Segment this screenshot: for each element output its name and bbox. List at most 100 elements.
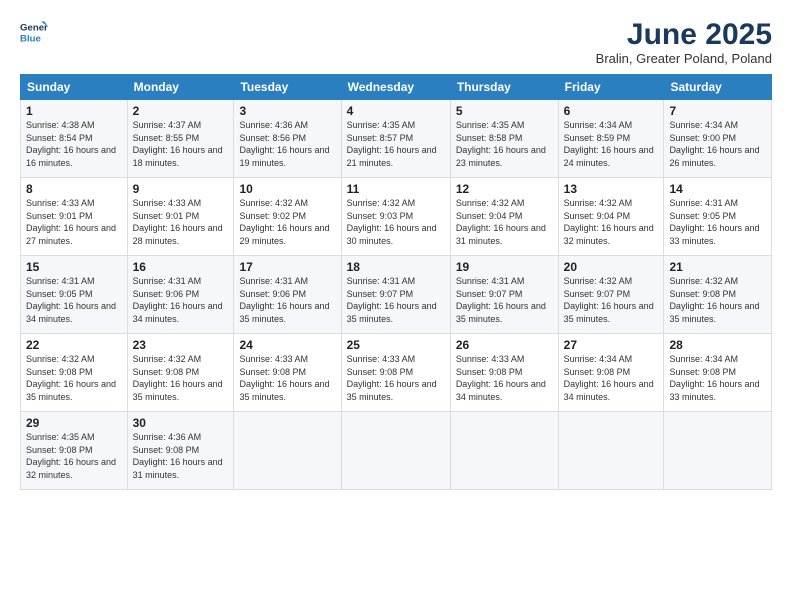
weekday-header-row: Sunday Monday Tuesday Wednesday Thursday… [21, 75, 772, 100]
calendar-cell: 17 Sunrise: 4:31 AMSunset: 9:06 PMDaylig… [234, 256, 341, 334]
week-row-5: 29 Sunrise: 4:35 AMSunset: 9:08 PMDaylig… [21, 412, 772, 490]
header-thursday: Thursday [450, 75, 558, 100]
day-info: Sunrise: 4:31 AMSunset: 9:06 PMDaylight:… [239, 276, 329, 324]
calendar-cell: 11 Sunrise: 4:32 AMSunset: 9:03 PMDaylig… [341, 178, 450, 256]
day-number: 11 [347, 182, 445, 196]
svg-text:General: General [20, 22, 48, 33]
calendar-cell: 8 Sunrise: 4:33 AMSunset: 9:01 PMDayligh… [21, 178, 128, 256]
day-number: 23 [133, 338, 229, 352]
day-number: 29 [26, 416, 122, 430]
calendar-cell: 5 Sunrise: 4:35 AMSunset: 8:58 PMDayligh… [450, 100, 558, 178]
header: General Blue June 2025 Bralin, Greater P… [20, 18, 772, 66]
calendar-cell [558, 412, 664, 490]
day-info: Sunrise: 4:38 AMSunset: 8:54 PMDaylight:… [26, 120, 116, 168]
calendar-cell [664, 412, 772, 490]
day-info: Sunrise: 4:36 AMSunset: 9:08 PMDaylight:… [133, 432, 223, 480]
day-number: 17 [239, 260, 335, 274]
day-info: Sunrise: 4:33 AMSunset: 9:01 PMDaylight:… [133, 198, 223, 246]
calendar-cell: 30 Sunrise: 4:36 AMSunset: 9:08 PMDaylig… [127, 412, 234, 490]
calendar-cell: 25 Sunrise: 4:33 AMSunset: 9:08 PMDaylig… [341, 334, 450, 412]
svg-text:Blue: Blue [20, 34, 41, 45]
calendar-cell: 10 Sunrise: 4:32 AMSunset: 9:02 PMDaylig… [234, 178, 341, 256]
day-info: Sunrise: 4:32 AMSunset: 9:03 PMDaylight:… [347, 198, 437, 246]
day-info: Sunrise: 4:32 AMSunset: 9:02 PMDaylight:… [239, 198, 329, 246]
calendar-cell: 23 Sunrise: 4:32 AMSunset: 9:08 PMDaylig… [127, 334, 234, 412]
day-number: 14 [669, 182, 766, 196]
header-saturday: Saturday [664, 75, 772, 100]
day-info: Sunrise: 4:33 AMSunset: 9:08 PMDaylight:… [239, 354, 329, 402]
day-number: 13 [564, 182, 659, 196]
calendar-cell: 14 Sunrise: 4:31 AMSunset: 9:05 PMDaylig… [664, 178, 772, 256]
day-info: Sunrise: 4:32 AMSunset: 9:04 PMDaylight:… [564, 198, 654, 246]
day-number: 6 [564, 104, 659, 118]
day-info: Sunrise: 4:32 AMSunset: 9:07 PMDaylight:… [564, 276, 654, 324]
title-block: June 2025 Bralin, Greater Poland, Poland [596, 18, 772, 66]
day-info: Sunrise: 4:31 AMSunset: 9:07 PMDaylight:… [347, 276, 437, 324]
calendar-cell: 3 Sunrise: 4:36 AMSunset: 8:56 PMDayligh… [234, 100, 341, 178]
day-number: 21 [669, 260, 766, 274]
calendar-cell: 9 Sunrise: 4:33 AMSunset: 9:01 PMDayligh… [127, 178, 234, 256]
day-number: 4 [347, 104, 445, 118]
day-info: Sunrise: 4:31 AMSunset: 9:05 PMDaylight:… [669, 198, 759, 246]
calendar-cell: 29 Sunrise: 4:35 AMSunset: 9:08 PMDaylig… [21, 412, 128, 490]
day-number: 26 [456, 338, 553, 352]
day-info: Sunrise: 4:31 AMSunset: 9:06 PMDaylight:… [133, 276, 223, 324]
calendar-cell: 7 Sunrise: 4:34 AMSunset: 9:00 PMDayligh… [664, 100, 772, 178]
day-info: Sunrise: 4:33 AMSunset: 9:08 PMDaylight:… [456, 354, 546, 402]
day-number: 18 [347, 260, 445, 274]
logo-icon: General Blue [20, 18, 48, 46]
main-title: June 2025 [596, 18, 772, 51]
day-number: 22 [26, 338, 122, 352]
calendar-cell: 20 Sunrise: 4:32 AMSunset: 9:07 PMDaylig… [558, 256, 664, 334]
day-number: 15 [26, 260, 122, 274]
day-info: Sunrise: 4:32 AMSunset: 9:08 PMDaylight:… [669, 276, 759, 324]
week-row-4: 22 Sunrise: 4:32 AMSunset: 9:08 PMDaylig… [21, 334, 772, 412]
day-info: Sunrise: 4:31 AMSunset: 9:07 PMDaylight:… [456, 276, 546, 324]
day-info: Sunrise: 4:37 AMSunset: 8:55 PMDaylight:… [133, 120, 223, 168]
calendar-cell: 26 Sunrise: 4:33 AMSunset: 9:08 PMDaylig… [450, 334, 558, 412]
day-number: 9 [133, 182, 229, 196]
header-wednesday: Wednesday [341, 75, 450, 100]
calendar-cell [450, 412, 558, 490]
day-number: 10 [239, 182, 335, 196]
day-info: Sunrise: 4:32 AMSunset: 9:08 PMDaylight:… [133, 354, 223, 402]
day-number: 7 [669, 104, 766, 118]
day-number: 20 [564, 260, 659, 274]
calendar-cell: 18 Sunrise: 4:31 AMSunset: 9:07 PMDaylig… [341, 256, 450, 334]
day-number: 1 [26, 104, 122, 118]
calendar-cell: 13 Sunrise: 4:32 AMSunset: 9:04 PMDaylig… [558, 178, 664, 256]
calendar-cell: 15 Sunrise: 4:31 AMSunset: 9:05 PMDaylig… [21, 256, 128, 334]
header-friday: Friday [558, 75, 664, 100]
week-row-3: 15 Sunrise: 4:31 AMSunset: 9:05 PMDaylig… [21, 256, 772, 334]
day-info: Sunrise: 4:31 AMSunset: 9:05 PMDaylight:… [26, 276, 116, 324]
day-info: Sunrise: 4:32 AMSunset: 9:04 PMDaylight:… [456, 198, 546, 246]
day-info: Sunrise: 4:35 AMSunset: 9:08 PMDaylight:… [26, 432, 116, 480]
day-number: 30 [133, 416, 229, 430]
header-tuesday: Tuesday [234, 75, 341, 100]
calendar-cell [234, 412, 341, 490]
header-sunday: Sunday [21, 75, 128, 100]
week-row-1: 1 Sunrise: 4:38 AMSunset: 8:54 PMDayligh… [21, 100, 772, 178]
day-number: 5 [456, 104, 553, 118]
calendar-cell: 1 Sunrise: 4:38 AMSunset: 8:54 PMDayligh… [21, 100, 128, 178]
day-info: Sunrise: 4:32 AMSunset: 9:08 PMDaylight:… [26, 354, 116, 402]
logo: General Blue [20, 18, 48, 46]
calendar-cell: 16 Sunrise: 4:31 AMSunset: 9:06 PMDaylig… [127, 256, 234, 334]
calendar-cell: 21 Sunrise: 4:32 AMSunset: 9:08 PMDaylig… [664, 256, 772, 334]
day-number: 24 [239, 338, 335, 352]
day-info: Sunrise: 4:36 AMSunset: 8:56 PMDaylight:… [239, 120, 329, 168]
calendar-cell: 24 Sunrise: 4:33 AMSunset: 9:08 PMDaylig… [234, 334, 341, 412]
day-info: Sunrise: 4:33 AMSunset: 9:01 PMDaylight:… [26, 198, 116, 246]
day-info: Sunrise: 4:35 AMSunset: 8:57 PMDaylight:… [347, 120, 437, 168]
day-number: 19 [456, 260, 553, 274]
day-info: Sunrise: 4:34 AMSunset: 9:00 PMDaylight:… [669, 120, 759, 168]
calendar-cell: 6 Sunrise: 4:34 AMSunset: 8:59 PMDayligh… [558, 100, 664, 178]
calendar-cell: 4 Sunrise: 4:35 AMSunset: 8:57 PMDayligh… [341, 100, 450, 178]
calendar-cell: 22 Sunrise: 4:32 AMSunset: 9:08 PMDaylig… [21, 334, 128, 412]
day-number: 12 [456, 182, 553, 196]
calendar-cell: 2 Sunrise: 4:37 AMSunset: 8:55 PMDayligh… [127, 100, 234, 178]
week-row-2: 8 Sunrise: 4:33 AMSunset: 9:01 PMDayligh… [21, 178, 772, 256]
day-number: 2 [133, 104, 229, 118]
calendar-table: Sunday Monday Tuesday Wednesday Thursday… [20, 74, 772, 490]
calendar-cell: 19 Sunrise: 4:31 AMSunset: 9:07 PMDaylig… [450, 256, 558, 334]
